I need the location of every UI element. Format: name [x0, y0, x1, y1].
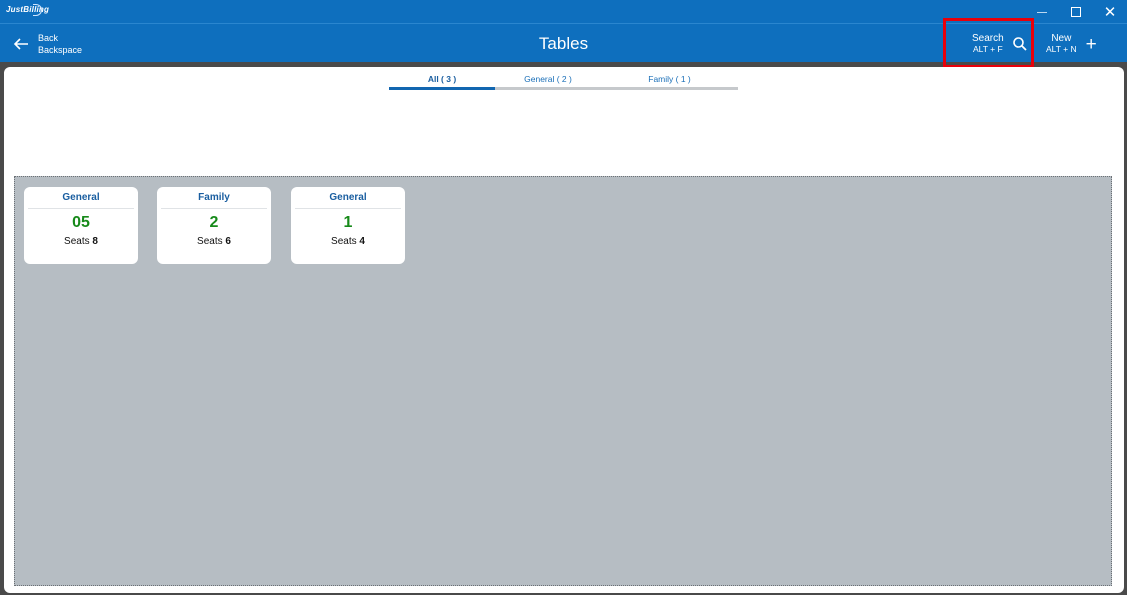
search-icon — [1012, 37, 1027, 51]
seats-label: Seats — [197, 236, 223, 247]
back-label: Back — [38, 33, 59, 43]
table-type: General — [295, 187, 401, 209]
tab-all-label: All ( 3 ) — [427, 74, 457, 84]
tab-family-indicator — [601, 87, 738, 90]
plus-icon: + — [1085, 33, 1097, 55]
table-card[interactable]: Family 2 Seats 6 — [157, 187, 271, 264]
window-titlebar: JustBilling ✕ — [0, 0, 1127, 23]
search-shortcut: ALT + F — [973, 44, 1003, 54]
table-type: General — [28, 187, 134, 209]
tab-all-indicator — [389, 87, 495, 90]
seats-count: 6 — [225, 236, 231, 247]
minimize-icon — [1037, 12, 1047, 13]
tab-all[interactable]: All ( 3 ) — [389, 74, 495, 90]
tables-grid: General 05 Seats 8 Family 2 Seats 6 Gene… — [14, 176, 1112, 586]
tab-family-label: Family ( 1 ) — [648, 74, 691, 84]
tab-general-label: General ( 2 ) — [524, 74, 572, 84]
table-seats: Seats 6 — [157, 236, 271, 247]
maximize-icon — [1071, 6, 1081, 17]
maximize-button[interactable] — [1059, 0, 1093, 23]
seats-label: Seats — [64, 236, 90, 247]
toolbar: Back Backspace Tables Search ALT + F New… — [0, 23, 1127, 62]
table-seats: Seats 8 — [24, 236, 138, 247]
search-button[interactable]: Search ALT + F — [948, 27, 1030, 61]
table-filter-tabs: All ( 3 ) General ( 2 ) Family ( 1 ) — [389, 74, 738, 90]
close-icon: ✕ — [1103, 3, 1117, 21]
new-button[interactable]: New ALT + N + — [1042, 27, 1112, 61]
seats-count: 4 — [359, 236, 365, 247]
table-number: 2 — [209, 214, 219, 231]
tab-family[interactable]: Family ( 1 ) — [601, 74, 738, 90]
minimize-button[interactable] — [1025, 0, 1059, 23]
table-seats: Seats 4 — [291, 236, 405, 247]
tab-general-indicator — [495, 87, 601, 90]
tables-panel: All ( 3 ) General ( 2 ) Family ( 1 ) Gen… — [4, 67, 1124, 593]
tab-general[interactable]: General ( 2 ) — [495, 74, 601, 90]
table-number: 05 — [72, 214, 90, 231]
table-type: Family — [161, 187, 267, 209]
seats-count: 8 — [92, 236, 98, 247]
arrow-left-icon — [10, 34, 32, 54]
new-label: New — [1051, 33, 1072, 44]
back-button[interactable]: Back Backspace — [10, 27, 100, 61]
logo-arc-icon — [33, 4, 42, 16]
table-number: 1 — [343, 214, 353, 231]
new-shortcut: ALT + N — [1046, 44, 1077, 54]
close-button[interactable]: ✕ — [1093, 0, 1127, 23]
table-card[interactable]: General 1 Seats 4 — [291, 187, 405, 264]
search-label: Search — [972, 33, 1004, 44]
back-shortcut: Backspace — [38, 45, 83, 55]
app-logo: JustBilling — [6, 5, 50, 14]
seats-label: Seats — [331, 236, 357, 247]
table-card[interactable]: General 05 Seats 8 — [24, 187, 138, 264]
